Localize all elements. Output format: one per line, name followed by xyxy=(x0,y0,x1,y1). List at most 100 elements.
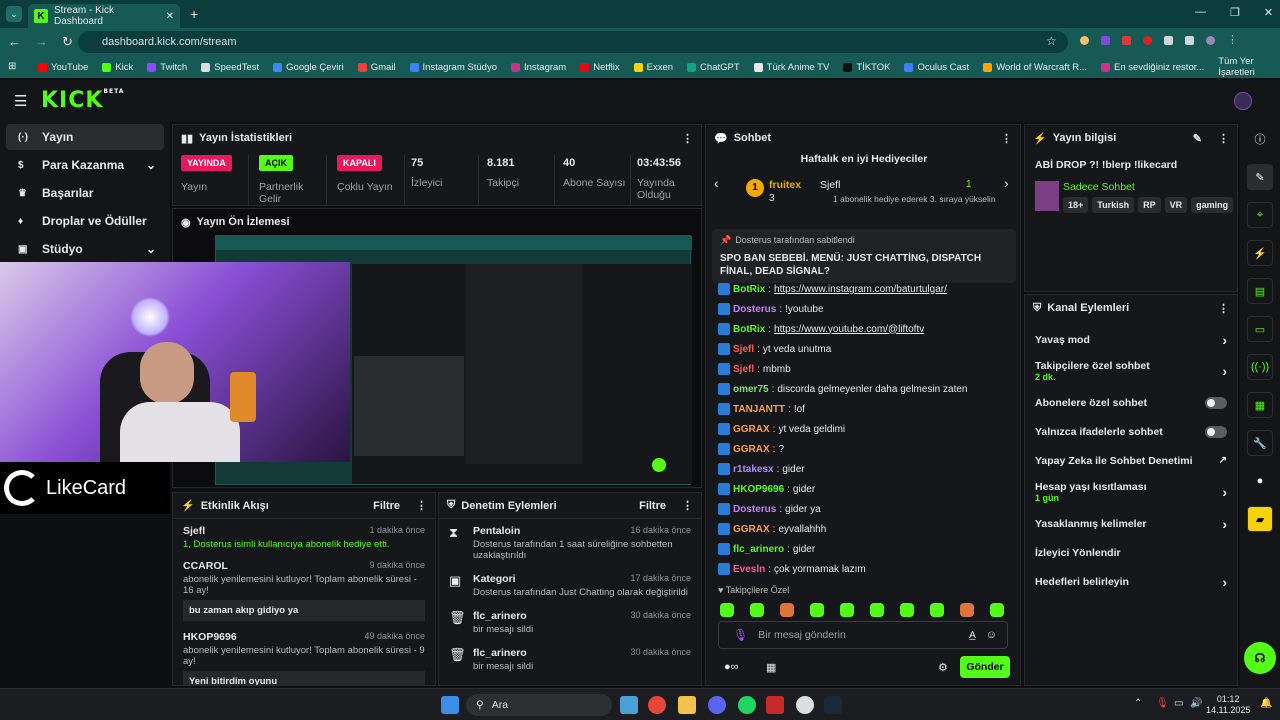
discord-icon[interactable] xyxy=(708,696,726,714)
window-close-icon[interactable]: ✕ xyxy=(1264,6,1273,19)
browser-tab[interactable]: K Stream - Kick Dashboard ✕ xyxy=(28,4,180,28)
emote-icon[interactable] xyxy=(900,603,914,617)
chat-message[interactable]: GGRAX: eyvallahhh xyxy=(706,519,1020,539)
mic-tray-icon[interactable]: 🎙 xyxy=(1156,698,1169,709)
sidebar-item[interactable]: ▣ Stüdyo ⌄ xyxy=(6,236,164,262)
back-icon[interactable]: ← xyxy=(8,34,21,50)
activity-filter-button[interactable]: Filtre xyxy=(373,500,400,512)
emote-icon[interactable] xyxy=(990,603,1004,617)
bookmark-item[interactable]: YouTube xyxy=(38,62,88,73)
menu-dots-icon[interactable]: ⋮ xyxy=(1227,35,1238,46)
bookmark-item[interactable]: Google Çeviri xyxy=(273,62,344,73)
bookmark-item[interactable]: Netflix xyxy=(580,62,620,73)
tab-close-icon[interactable]: ✕ xyxy=(166,11,174,22)
chat-message[interactable]: GGRAX: yt veda geldimi xyxy=(706,419,1020,439)
spotify-icon[interactable] xyxy=(738,696,756,714)
emote-icon[interactable] xyxy=(750,603,764,617)
emote-icon[interactable] xyxy=(840,603,854,617)
moderation-menu-icon[interactable]: ⋮ xyxy=(682,499,693,512)
url-field[interactable]: dashboard.kick.com/stream xyxy=(78,31,1068,53)
sidebar-item[interactable]: (·) Yayın xyxy=(6,124,164,150)
apps-grid-icon[interactable]: ⊞ xyxy=(8,61,16,72)
channel-action-row[interactable]: Yalnızca ifadelerle sohbet xyxy=(1025,417,1237,446)
support-headset-icon[interactable]: ☊ xyxy=(1244,642,1276,674)
chat-username[interactable]: GGRAX xyxy=(733,524,770,535)
sidebar-item[interactable]: ♛ Başarılar xyxy=(6,180,164,206)
edit-pencil-icon[interactable]: ✎ xyxy=(1193,132,1202,145)
category-name[interactable]: Sadece Sohbet xyxy=(1063,181,1135,193)
forward-icon[interactable]: → xyxy=(35,34,48,50)
gifters-prev-icon[interactable]: ‹ xyxy=(714,175,719,191)
tray-chevron-icon[interactable]: ⌃ xyxy=(1134,698,1142,709)
sidebar-item[interactable]: ♦ Droplar ve Ödüller xyxy=(6,208,164,234)
volume-icon[interactable]: 🔊 xyxy=(1190,698,1202,709)
task-view-icon[interactable] xyxy=(620,696,638,714)
chat-username[interactable]: Dosterus xyxy=(733,304,776,315)
minimize-icon[interactable]: — xyxy=(1195,6,1206,19)
chat-username[interactable]: omer75 xyxy=(733,384,769,395)
stats-menu-icon[interactable]: ⋮ xyxy=(682,132,693,145)
emoji-icon[interactable]: ☺ xyxy=(986,629,997,641)
chat-message[interactable]: Dosterus: !youtube xyxy=(706,299,1020,319)
chat-message[interactable]: flc_arinero: gider xyxy=(706,539,1020,559)
channel-action-row[interactable]: Takipçilere özel sohbet 2 dk. › xyxy=(1025,354,1237,388)
notification-bell-icon[interactable]: 🔔 xyxy=(1260,698,1272,709)
chat-message[interactable]: Dosterus: gider ya xyxy=(706,499,1020,519)
chat-message[interactable]: Sjefl: mbmb xyxy=(706,359,1020,379)
chat-message[interactable]: HKOP9696: gider xyxy=(706,479,1020,499)
emote-icon[interactable] xyxy=(870,603,884,617)
bookmark-item[interactable]: Exxen xyxy=(633,62,673,73)
stream-tag[interactable]: VR xyxy=(1164,197,1188,213)
edit-pencil-icon[interactable]: ✎ xyxy=(1247,164,1273,190)
chat-message[interactable]: TANJANTT: !of xyxy=(706,399,1020,419)
bookmark-item[interactable]: TİKTOK xyxy=(843,62,890,73)
send-button[interactable]: Gönder xyxy=(960,656,1010,678)
toggle-switch[interactable] xyxy=(1205,425,1227,438)
chat-username[interactable]: BotRix xyxy=(733,284,765,295)
stream-tag[interactable]: 18+ xyxy=(1063,197,1089,213)
reload-icon[interactable]: ↻ xyxy=(62,34,73,50)
taskbar-search[interactable]: ⚲ Ara xyxy=(466,694,612,716)
windows-start-icon[interactable] xyxy=(441,696,459,714)
mic-icon[interactable]: 🎙 xyxy=(733,628,748,642)
steam-icon[interactable] xyxy=(824,696,842,714)
emote-icon[interactable] xyxy=(780,603,794,617)
chat-message[interactable]: Evesln: çok yormamak lazım xyxy=(706,559,1020,579)
media-icon[interactable] xyxy=(1185,36,1194,45)
extension-icon[interactable] xyxy=(1080,36,1089,45)
obs-icon[interactable] xyxy=(796,696,814,714)
event-user[interactable]: HKOP9696 xyxy=(183,631,237,643)
extension-icon[interactable] xyxy=(1122,36,1131,45)
lightning-icon[interactable]: ⚡ xyxy=(1247,240,1273,266)
event-user[interactable]: Sjefl xyxy=(183,525,205,537)
wrench-icon[interactable]: 🔧 xyxy=(1247,430,1273,456)
bookmark-item[interactable]: Kick xyxy=(102,62,133,73)
emote-icon[interactable] xyxy=(960,603,974,617)
extension-icon[interactable] xyxy=(1101,36,1110,45)
extensions-puzzle-icon[interactable] xyxy=(1164,36,1173,45)
toggle-switch[interactable] xyxy=(1205,396,1227,409)
chat-menu-icon[interactable]: ⋮ xyxy=(1001,132,1012,145)
info-menu-icon[interactable]: ⋮ xyxy=(1218,132,1229,145)
chat-username[interactable]: r1takesx xyxy=(733,464,774,475)
kick-logo[interactable]: KICKBETA xyxy=(41,88,124,113)
chat-input[interactable]: 🎙 Bir mesaj gönderin A̲ ☺ xyxy=(718,621,1008,649)
info-circle-icon[interactable]: ⓘ xyxy=(1247,126,1273,152)
bookmark-item[interactable]: ChatGPT xyxy=(687,62,740,73)
broadcast-icon[interactable]: ((·)) xyxy=(1247,354,1273,380)
chat-message[interactable]: r1takesx: gider xyxy=(706,459,1020,479)
chat-username[interactable]: HKOP9696 xyxy=(733,484,784,495)
extension-icon[interactable] xyxy=(1143,36,1152,45)
gift-emote-icon[interactable]: ●∞ xyxy=(724,661,739,673)
profile-avatar-icon[interactable] xyxy=(1206,36,1215,45)
tab-search-icon[interactable]: ⌄ xyxy=(6,6,22,22)
moderation-filter-button[interactable]: Filtre xyxy=(639,500,666,512)
chat-username[interactable]: TANJANTT xyxy=(733,404,785,415)
channel-action-row[interactable]: Hesap yaşı kısıtlaması 1 gün › xyxy=(1025,475,1237,509)
chat-message[interactable]: Sjefl: yt veda unutma xyxy=(706,339,1020,359)
activity-menu-icon[interactable]: ⋮ xyxy=(416,499,427,512)
bookmark-item[interactable]: Gmail xyxy=(357,62,396,73)
all-bookmarks[interactable]: Tüm Yer İşaretleri xyxy=(1218,56,1270,78)
app-icon[interactable] xyxy=(766,696,784,714)
channel-action-row[interactable]: Abonelere özel sohbet xyxy=(1025,388,1237,417)
